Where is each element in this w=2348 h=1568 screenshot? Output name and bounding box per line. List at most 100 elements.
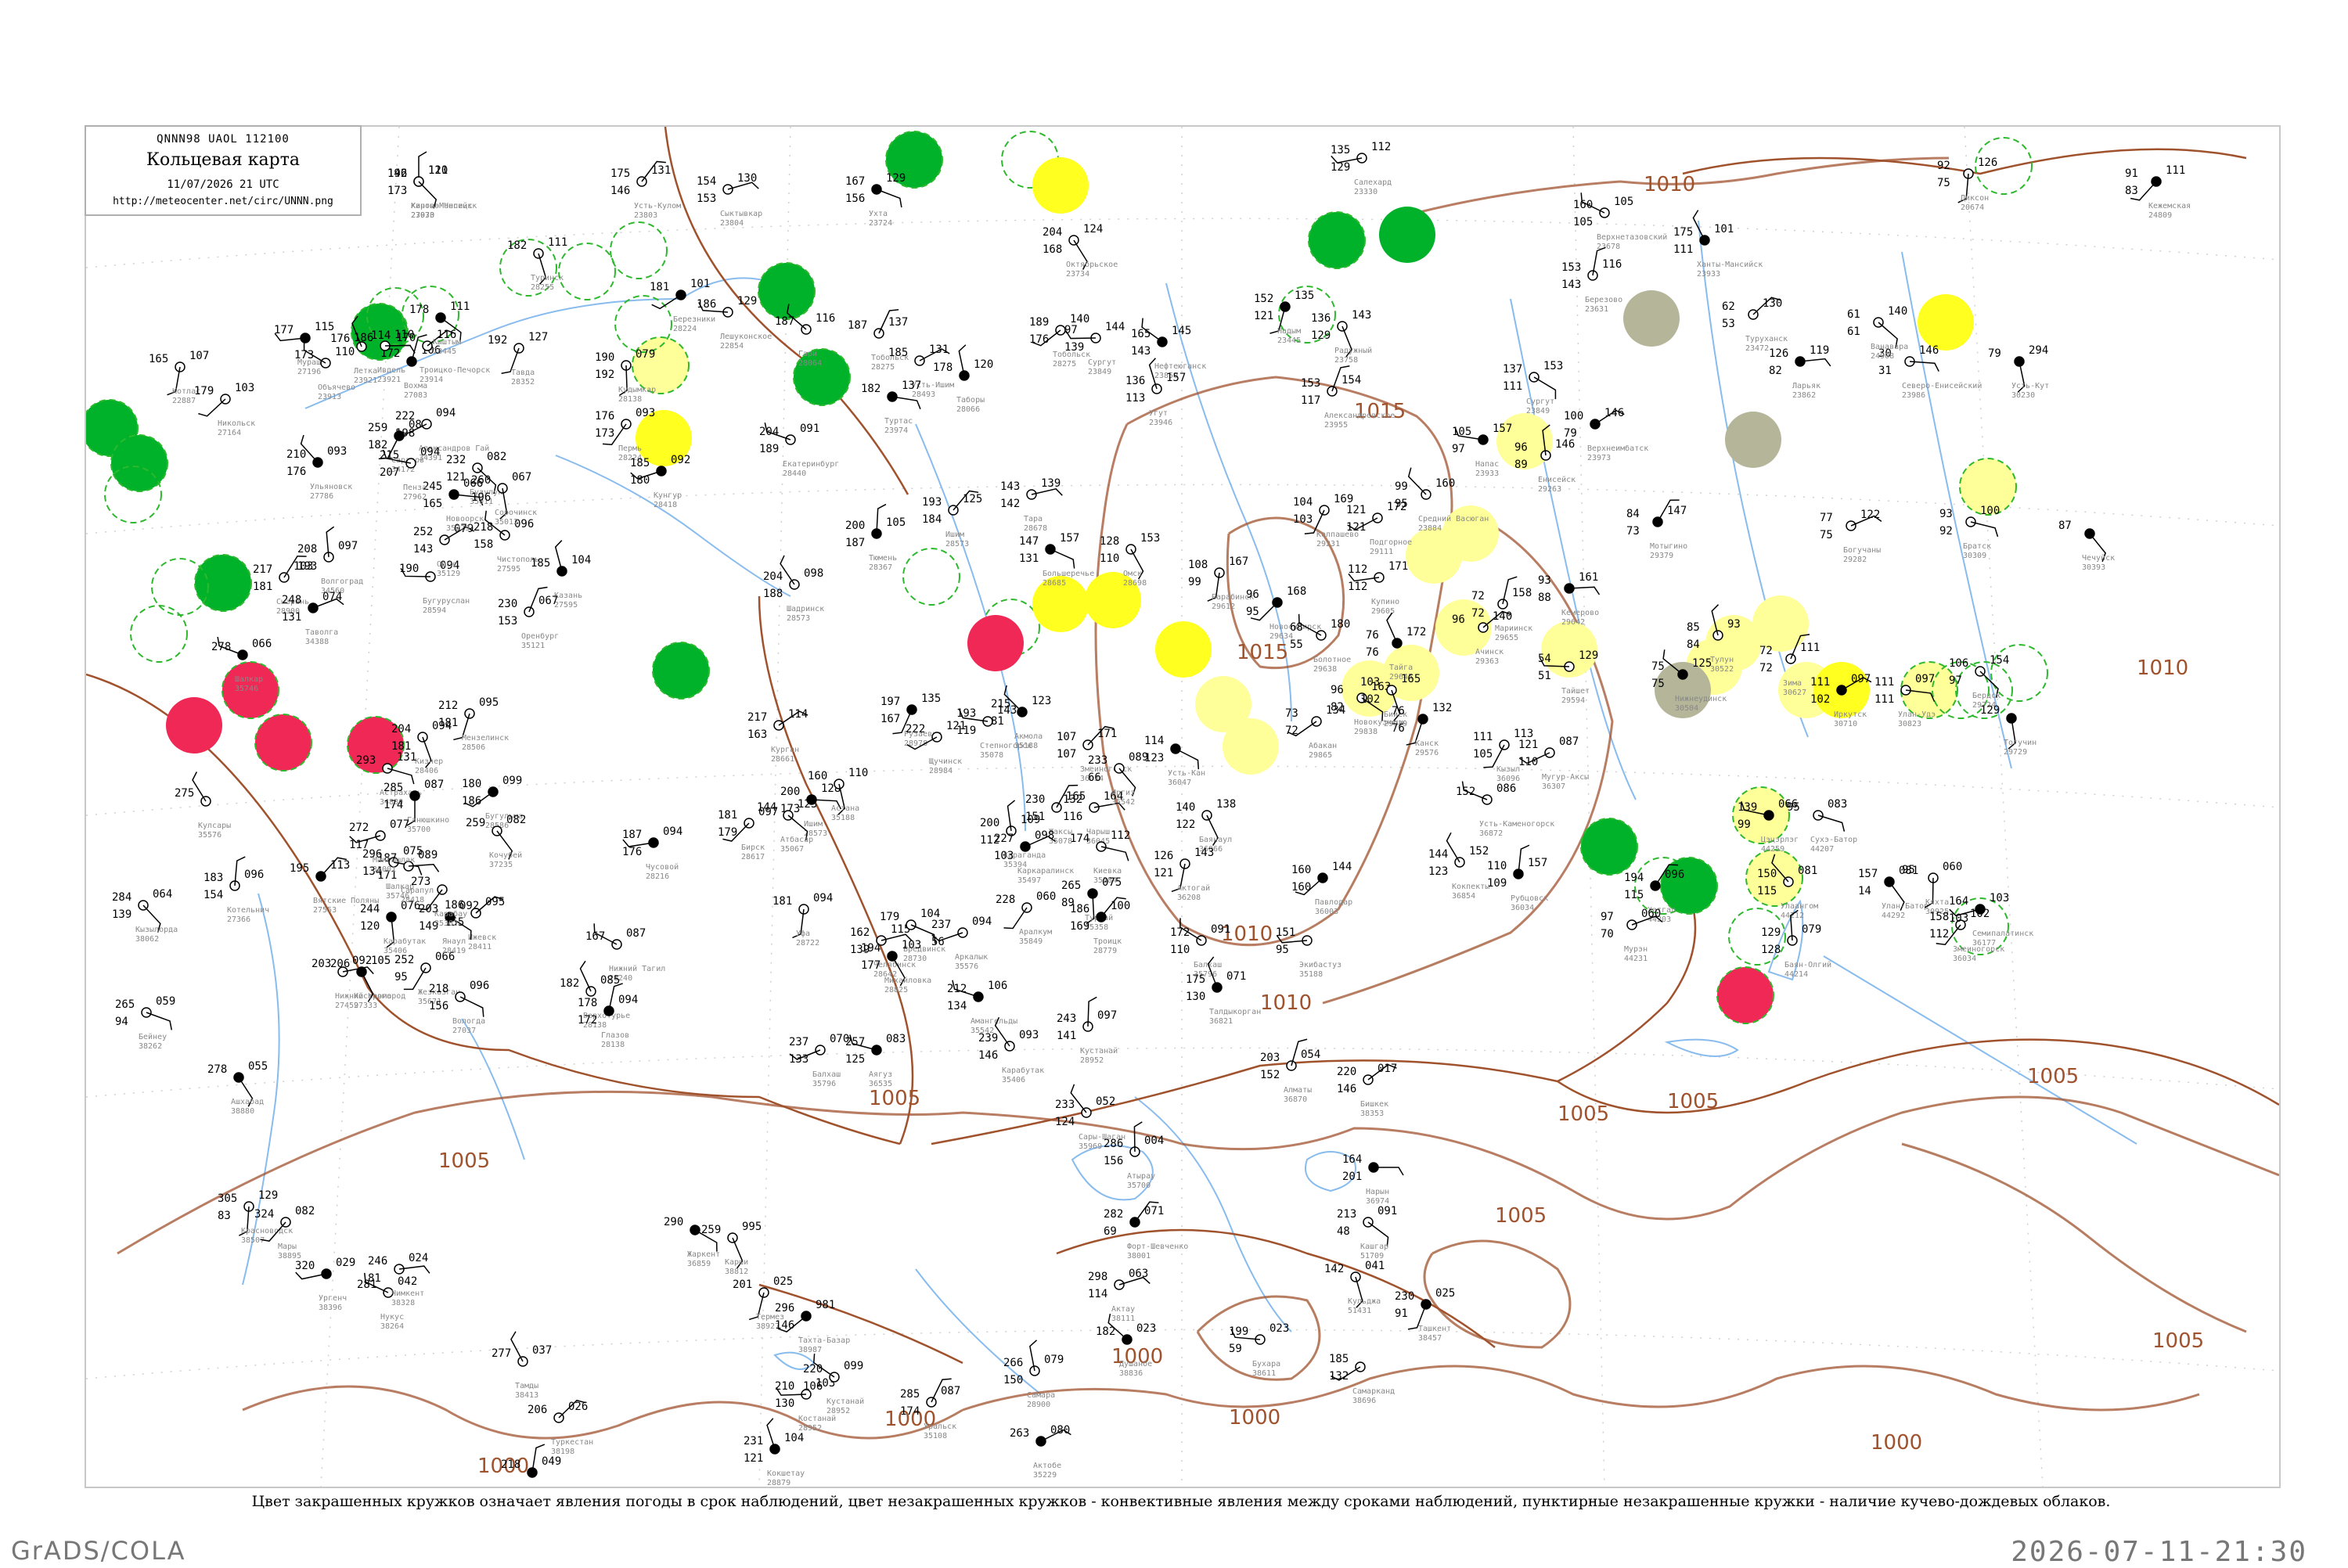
- station-model[interactable]: 212 106134Амангельды35542: [947, 980, 1017, 1035]
- station-model[interactable]: 151 95 Экибастуз35188: [1276, 926, 1341, 979]
- station-model[interactable]: 153 116 143 Березово23631: [1561, 246, 1622, 314]
- station-model[interactable]: 237 070133Балхаш35796: [789, 1033, 849, 1088]
- isobar-label: 1010: [1644, 173, 1695, 196]
- station-model[interactable]: 210 093 176 Ульяновск27786: [286, 434, 352, 501]
- station-model[interactable]: 257 083 125 Аягуз36535: [845, 1033, 906, 1088]
- station-model[interactable]: 181 094 Уфа28722: [772, 892, 833, 948]
- station-model[interactable]: 129 079 128Баян-Олгий44214: [1761, 909, 1831, 979]
- station-model[interactable]: 87 Чечуйск30393: [2058, 520, 2115, 572]
- station-model[interactable]: 217 114 163 Курган28661: [747, 708, 808, 764]
- station-model[interactable]: 230 025 91 Ташкент38457: [1395, 1287, 1455, 1343]
- station-model[interactable]: 143 139 142 Тара28678: [1000, 477, 1063, 533]
- station-model[interactable]: 182 111 Туринск28255: [507, 236, 567, 292]
- station-pressure: 182: [507, 239, 527, 252]
- station-model[interactable]: 200 105 187 Тюмень28367: [845, 503, 906, 572]
- station-model[interactable]: 185 132Самарканд38696: [1329, 1353, 1395, 1405]
- station-model[interactable]: 213 09148Кашгар51709: [1337, 1205, 1397, 1261]
- station-model[interactable]: 167 129 156 Ухта23724: [845, 172, 906, 228]
- station-model[interactable]: 147 157 131 Большеречье28685: [1019, 532, 1094, 588]
- station-model[interactable]: 220 017 146 Бишкек38353: [1337, 1062, 1397, 1118]
- station-model[interactable]: 160 105105Верхнетазовский23678: [1573, 192, 1667, 251]
- station-model[interactable]: 167 087Нижний Тагил28240: [585, 923, 665, 983]
- station-model[interactable]: 265 059 94 Бейнеу38262: [115, 995, 175, 1051]
- station-model[interactable]: 284 064 139 Кызылорда38062: [112, 888, 178, 944]
- station-model[interactable]: 215 123 81 Акмола35188: [991, 685, 1051, 750]
- station-model[interactable]: 199 023 59 Бухара38611: [1229, 1322, 1289, 1378]
- station-model[interactable]: 114123Усть-Кан36047: [1144, 735, 1205, 787]
- station-model[interactable]: 93 161 88 Кемерово29642: [1538, 571, 1601, 627]
- station-model[interactable]: 164 103 103 Семипалатинск36177: [1949, 892, 2033, 948]
- station-model[interactable]: 92 126 75 Диксон20674: [1937, 156, 1997, 212]
- station-model[interactable]: 175 131 146 Усть-Кулом23803: [610, 158, 681, 220]
- station-model[interactable]: 248 074 131 Таволга34388: [282, 591, 344, 646]
- station-model[interactable]: 137 153 111 Сургут23849: [1503, 360, 1563, 415]
- station-model[interactable]: 190 094Бугуруслан28594: [399, 559, 470, 615]
- station-model[interactable]: 222 094198Александров Гай34391: [395, 407, 489, 462]
- station-model[interactable]: 97 060 70 Мурэн44231: [1601, 908, 1663, 963]
- station-model[interactable]: 153 154 117 Александровское23955: [1301, 363, 1395, 430]
- station-model[interactable]: 204 091 189 Екатеринбург28440: [759, 423, 839, 478]
- station-model[interactable]: 76 132 76 Канск29576: [1392, 702, 1452, 757]
- station-name: Тюмень: [869, 554, 897, 563]
- station-model[interactable]: 183 096 154 Котельнич27366: [203, 856, 269, 924]
- station-model[interactable]: 266 079 150 Самара28900: [1003, 1340, 1064, 1409]
- station-model[interactable]: 112 171112Купино29605: [1348, 560, 1408, 616]
- station-model[interactable]: 135 112 129 Салехард23330: [1331, 141, 1392, 196]
- station-model[interactable]: 230 067 153 Оренбург35121: [498, 584, 559, 650]
- station-model[interactable]: 175 101 111 Ханты-Мансийск23933: [1673, 210, 1763, 279]
- station-model[interactable]: 91 111 83 Кежемская24809: [2125, 164, 2191, 220]
- station-model[interactable]: 237 09456Аркалык35576: [931, 915, 992, 971]
- source-url[interactable]: http://meteocenter.net/circ/UNNN.png: [86, 196, 360, 207]
- station-model[interactable]: 84 147 73 Мотыгино29379: [1626, 496, 1687, 560]
- station-model[interactable]: 77 122 75 Богучаны29282: [1820, 509, 1882, 564]
- station-model[interactable]: 136 143 129Радужный23758: [1311, 309, 1372, 365]
- station-model[interactable]: 244 076120Карабутак35406: [360, 900, 426, 955]
- station-model[interactable]: 61 140 61 Ванавара24908: [1847, 305, 1908, 361]
- station-model[interactable]: 228 060 Аралкум35849: [996, 890, 1056, 946]
- station-model[interactable]: 204 098 188 Шадринск28573: [763, 555, 824, 623]
- station-model[interactable]: 152 086 Усть-Каменогорск36872: [1456, 781, 1554, 838]
- station-model[interactable]: 298 063 114 Актау38111: [1088, 1268, 1151, 1323]
- station-model[interactable]: 129 Тогучин29729: [1980, 704, 2036, 757]
- station-model[interactable]: 62 130 53 Туруханск23472: [1722, 294, 1788, 353]
- station-model[interactable]: 212 095 181 Мензелинск28506: [438, 696, 509, 752]
- station-model[interactable]: 100 14679Верхнеимбатск23973: [1564, 407, 1648, 462]
- station-model[interactable]: 95 083 Сухэ-Батор44207: [1787, 798, 1857, 854]
- station-model[interactable]: 263 080 Актобе35229: [1010, 1424, 1071, 1480]
- station-model[interactable]: 108 16799Барабинск29612: [1188, 556, 1254, 611]
- station-model[interactable]: 181 097 179 Бирск28617: [718, 806, 778, 861]
- station-model[interactable]: 96 16895Новосибирск29634: [1246, 585, 1321, 641]
- station-model[interactable]: 187 137Тобольск28275: [848, 307, 909, 372]
- station-model[interactable]: 231 104 121 Кокшетау28879: [744, 1418, 805, 1487]
- station-model[interactable]: 93 100 92 Братск30309: [1939, 505, 2000, 560]
- station-model[interactable]: 79 294 Усть-Кут30230: [1988, 344, 2049, 400]
- station-model[interactable]: 144 152 123 Кокпекты36854: [1428, 832, 1489, 901]
- station-model[interactable]: 157 08114Улан-Батор44292: [1858, 865, 1928, 920]
- station-model[interactable]: 121 087 110 Мугур-Аксы36307: [1518, 735, 1589, 791]
- station-model[interactable]: 182 137 Туртас23974: [861, 379, 922, 435]
- station-tendency: 104: [920, 908, 940, 920]
- station-model[interactable]: 192 127 Тавда28352: [488, 331, 548, 387]
- station-model[interactable]: 172 091110Балхаш35796: [1170, 918, 1230, 979]
- station-model[interactable]: 126 143 121 Актогай36208: [1154, 847, 1214, 902]
- station-model[interactable]: 73 134 72 Абакан29865: [1285, 704, 1345, 760]
- station-model[interactable]: 187 094 176 Чусовой28216: [622, 825, 682, 881]
- station-model[interactable]: 193 125 184Ишим28573: [922, 487, 982, 548]
- station-name: Купино: [1371, 598, 1399, 606]
- station-model[interactable]: 233 089 66 Иргиз35542: [1088, 751, 1148, 807]
- station-model[interactable]: 110 157 109 Рубцовск36034: [1487, 844, 1548, 912]
- station-model[interactable]: 140 138122Баянаул36066: [1176, 798, 1236, 854]
- station-model[interactable]: 296 981 146 Тахта-Базар38987: [775, 1299, 850, 1354]
- station-model[interactable]: 277 037 Тамды38413: [492, 1331, 552, 1400]
- station-model[interactable]: 204 124 168 Октябрьское23734: [1043, 223, 1118, 279]
- station-model[interactable]: 203 054 152 Алматы36870: [1260, 1037, 1320, 1104]
- station-model[interactable]: 160 144 160 Павлодар36003: [1291, 861, 1352, 916]
- station-model[interactable]: 179 103 Никольск27164: [194, 382, 255, 437]
- station-model[interactable]: 243 097 141 Кустанай28952: [1057, 996, 1118, 1065]
- station-model[interactable]: 164201Нарын36974: [1342, 1153, 1404, 1206]
- station-model[interactable]: 278 055 Ашхабад38880: [207, 1060, 268, 1116]
- station-model[interactable]: 275 Кулсары35576: [175, 771, 231, 840]
- station-model[interactable]: 126 119 82 Ларьяк23862: [1769, 344, 1831, 400]
- station-model[interactable]: 320 029 Ургенч38396: [295, 1257, 355, 1312]
- station-model[interactable]: 154 130 153 Сыктывкар23804: [697, 172, 762, 228]
